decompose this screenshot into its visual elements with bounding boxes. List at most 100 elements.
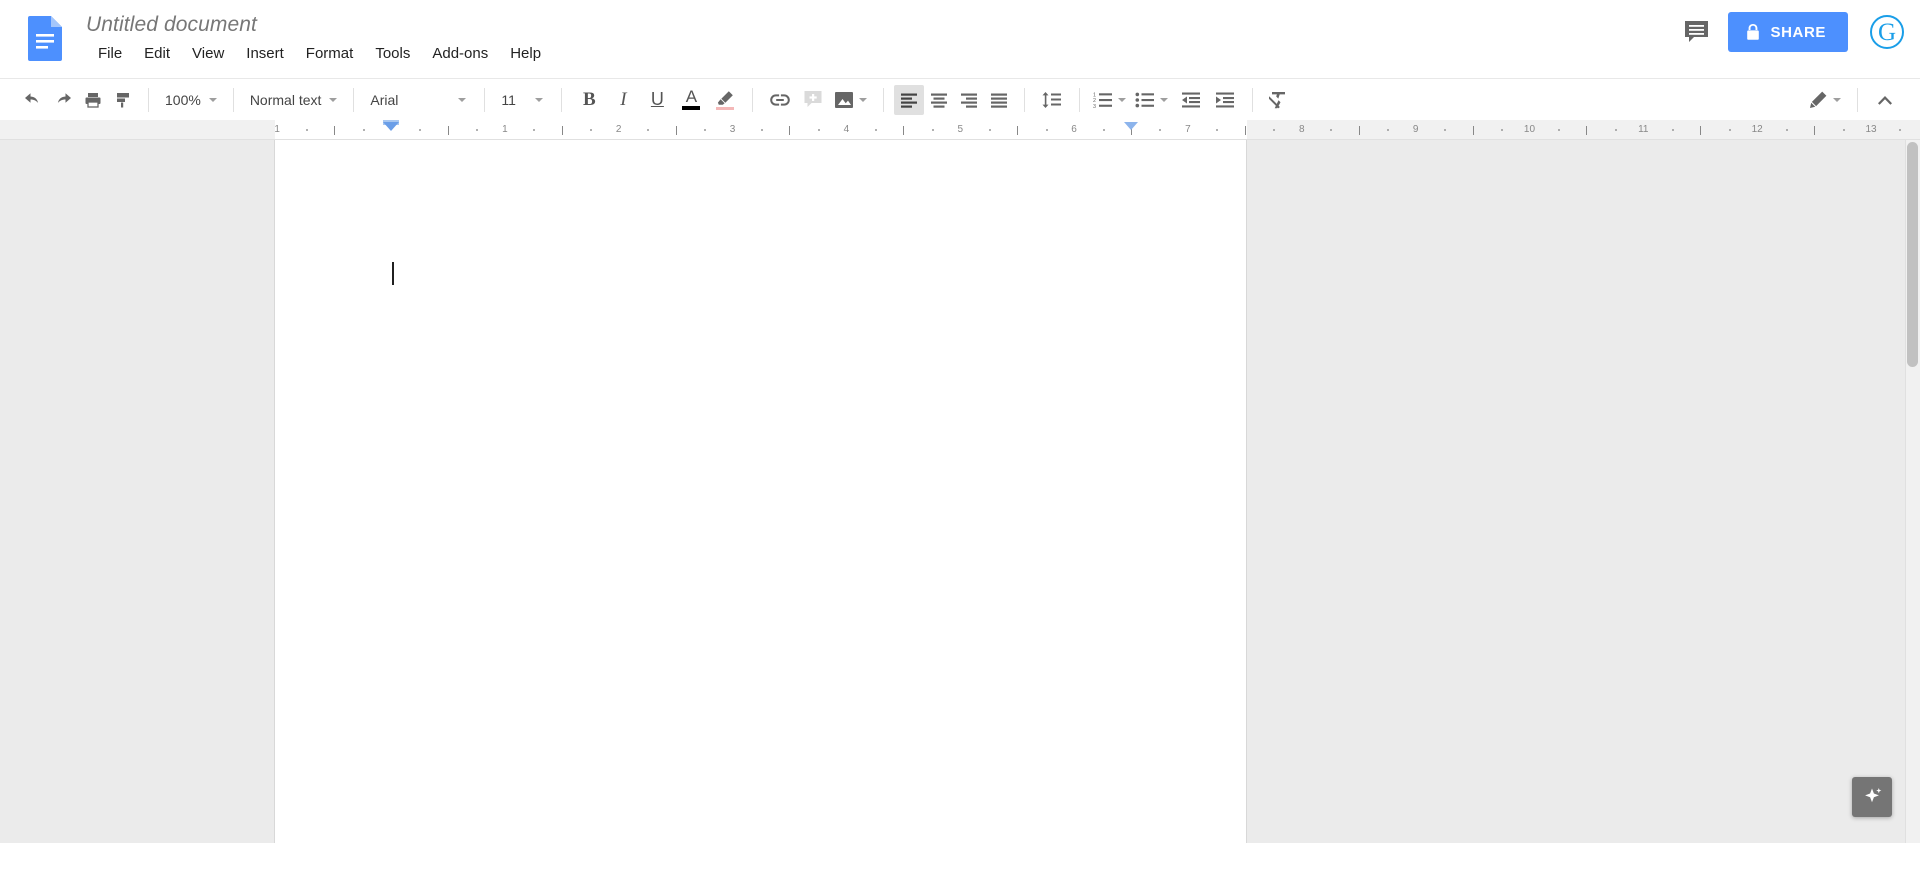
highlight-pen-icon[interactable] bbox=[708, 85, 742, 115]
underline-button[interactable]: U bbox=[640, 85, 674, 115]
align-left-icon[interactable] bbox=[894, 84, 925, 115]
chevron-down-icon bbox=[1833, 97, 1841, 102]
underline-label: U bbox=[650, 89, 664, 109]
link-icon[interactable] bbox=[763, 85, 797, 115]
ruler-tick-label: 2 bbox=[615, 124, 622, 135]
document-title[interactable]: Untitled document bbox=[86, 10, 552, 40]
ruler-tick-label: 5 bbox=[957, 124, 963, 135]
ruler-scale: 1 1 2 3 4 5 6 7 8 9 10 11 12 13 bbox=[0, 120, 1920, 139]
document-canvas bbox=[0, 140, 1920, 843]
svg-text:3: 3 bbox=[1093, 103, 1096, 108]
menu-file[interactable]: File bbox=[88, 42, 133, 65]
insert-image-button[interactable] bbox=[831, 85, 873, 115]
bold-button[interactable]: B bbox=[572, 85, 606, 115]
editing-mode-button[interactable] bbox=[1805, 85, 1847, 115]
align-center-icon[interactable] bbox=[924, 85, 954, 115]
ruler-tick-major bbox=[903, 126, 905, 135]
text-color-label: A bbox=[685, 87, 698, 106]
ruler-tick-minor bbox=[874, 129, 877, 131]
ruler-tick-minor bbox=[305, 129, 308, 131]
ruler-tick-minor bbox=[817, 129, 820, 131]
menu-format[interactable]: Format bbox=[295, 42, 365, 65]
title-and-menu: Untitled document File Edit View Insert … bbox=[86, 10, 552, 65]
ruler-tick-label: 4 bbox=[843, 124, 850, 135]
pencil-icon bbox=[1805, 85, 1831, 115]
increase-indent-icon[interactable] bbox=[1208, 85, 1242, 115]
menu-edit[interactable]: Edit bbox=[133, 42, 181, 65]
align-justify-icon[interactable] bbox=[984, 85, 1014, 115]
share-button[interactable]: SHARE bbox=[1728, 12, 1848, 52]
app-header: Untitled document File Edit View Insert … bbox=[0, 0, 1920, 78]
toolbar-separator bbox=[484, 87, 486, 112]
toolbar-separator bbox=[1024, 87, 1026, 112]
ruler-tick-label: 1 bbox=[274, 124, 280, 135]
toolbar-separator bbox=[1079, 87, 1081, 112]
chevron-down-icon bbox=[1160, 97, 1169, 102]
avatar[interactable]: G bbox=[1870, 15, 1904, 49]
ruler[interactable]: 1 1 2 3 4 5 6 7 8 9 10 11 12 13 bbox=[0, 120, 1920, 140]
ruler-tick-major bbox=[334, 126, 336, 135]
share-label: SHARE bbox=[1770, 23, 1826, 41]
toolbar-separator bbox=[883, 87, 885, 112]
ruler-tick-minor bbox=[931, 129, 934, 131]
paragraph-style-selector[interactable]: Normal text bbox=[244, 85, 344, 115]
chevron-down-icon bbox=[1118, 97, 1127, 102]
toolbar-separator bbox=[353, 87, 355, 112]
menu-help[interactable]: Help bbox=[499, 42, 552, 65]
zoom-selector[interactable]: 100% bbox=[159, 85, 223, 115]
comment-icon[interactable] bbox=[1674, 10, 1718, 54]
paint-format-icon[interactable] bbox=[108, 85, 138, 115]
align-right-icon[interactable] bbox=[954, 85, 984, 115]
ruler-tick-major bbox=[789, 126, 791, 135]
chevron-down-icon bbox=[458, 97, 467, 102]
decrease-indent-icon[interactable] bbox=[1174, 85, 1208, 115]
toolbar-separator bbox=[148, 87, 149, 112]
undo-icon[interactable] bbox=[18, 85, 48, 115]
menu-tools[interactable]: Tools bbox=[364, 42, 421, 65]
header-actions: SHARE G bbox=[1674, 10, 1904, 54]
numbered-list-icon: 1 2 3 bbox=[1090, 85, 1116, 115]
ruler-tick-label: 1 bbox=[502, 124, 508, 135]
ruler-tick-minor bbox=[1501, 129, 1503, 131]
clear-formatting-icon[interactable] bbox=[1263, 85, 1297, 115]
docs-file-icon[interactable] bbox=[28, 16, 62, 61]
font-selector[interactable]: Arial bbox=[364, 85, 474, 115]
ruler-tick-minor bbox=[1785, 129, 1788, 131]
scrollbar-thumb[interactable] bbox=[1907, 142, 1918, 367]
right-indent-marker[interactable] bbox=[1124, 122, 1138, 130]
ruler-tick-label: 7 bbox=[1185, 124, 1191, 135]
chevron-up-icon[interactable] bbox=[1868, 85, 1902, 115]
left-indent-marker[interactable] bbox=[383, 122, 399, 131]
line-spacing-icon[interactable] bbox=[1035, 85, 1069, 115]
vertical-scrollbar[interactable] bbox=[1905, 140, 1920, 843]
print-icon[interactable] bbox=[78, 85, 108, 115]
menu-view[interactable]: View bbox=[181, 42, 235, 65]
add-comment-icon[interactable] bbox=[797, 85, 831, 115]
formatting-toolbar: 100% Normal text Arial 11 B I U A 1 2 3 bbox=[0, 78, 1920, 120]
ruler-tick-major bbox=[1017, 126, 1019, 135]
text-color-swatch bbox=[682, 106, 701, 110]
ruler-tick-minor bbox=[1614, 129, 1617, 131]
menu-addons[interactable]: Add-ons bbox=[421, 42, 499, 65]
chevron-down-icon bbox=[329, 97, 338, 102]
toolbar-separator bbox=[232, 87, 234, 112]
menu-insert[interactable]: Insert bbox=[235, 42, 295, 65]
highlight-swatch bbox=[716, 106, 735, 110]
document-page[interactable] bbox=[274, 140, 1247, 843]
bold-label: B bbox=[583, 88, 596, 110]
lock-icon bbox=[1746, 23, 1760, 41]
toolbar-separator bbox=[1252, 87, 1254, 112]
ruler-tick-major bbox=[561, 126, 563, 135]
italic-button[interactable]: I bbox=[606, 85, 640, 115]
toolbar-separator bbox=[1857, 87, 1858, 112]
toolbar-separator bbox=[561, 87, 563, 112]
text-color-button[interactable]: A bbox=[674, 85, 708, 115]
redo-icon[interactable] bbox=[48, 85, 78, 115]
font-size-selector[interactable]: 11 bbox=[495, 85, 551, 115]
numbered-list-button[interactable]: 1 2 3 bbox=[1090, 85, 1132, 115]
ruler-tick-minor bbox=[1387, 129, 1390, 131]
explore-button[interactable] bbox=[1852, 777, 1892, 817]
ruler-tick-minor bbox=[1273, 129, 1276, 131]
bulleted-list-button[interactable] bbox=[1132, 85, 1174, 115]
image-icon bbox=[831, 85, 857, 115]
